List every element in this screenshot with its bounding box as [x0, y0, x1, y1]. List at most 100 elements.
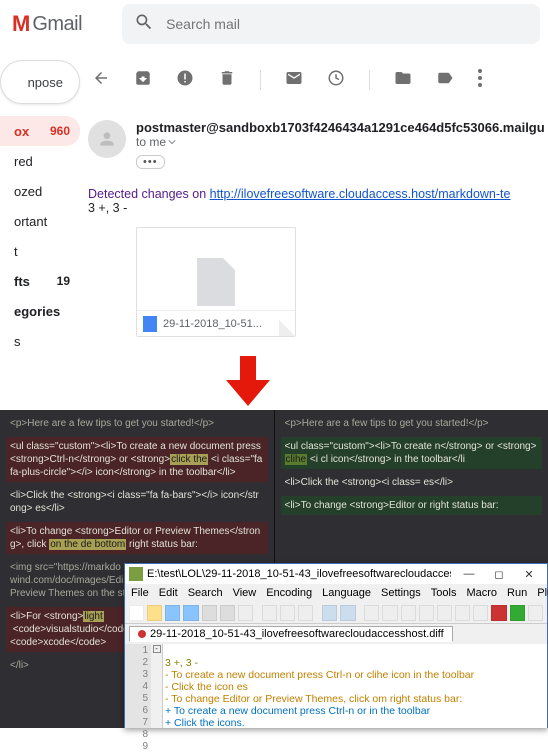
search-icon — [134, 12, 154, 37]
cut-icon[interactable] — [262, 605, 277, 621]
minimize-button[interactable]: — — [455, 565, 483, 583]
menu-macro[interactable]: Macro — [466, 587, 497, 599]
nav-count: 960 — [50, 124, 70, 138]
menu-edit[interactable]: Edit — [159, 587, 178, 599]
stop-icon[interactable] — [528, 605, 543, 621]
sidebar-item-more[interactable]: s — [0, 326, 80, 356]
attachment-card[interactable]: 29-11-2018_10-51... — [136, 227, 296, 337]
record-icon[interactable] — [491, 605, 506, 621]
sender: postmaster@sandboxb1703f4246434a1291ce46… — [136, 120, 545, 135]
paste-icon[interactable] — [298, 605, 313, 621]
menu-encoding[interactable]: Encoding — [266, 587, 312, 599]
spam-icon[interactable] — [176, 69, 194, 92]
sidebar-item-important[interactable]: ortant — [0, 206, 80, 236]
avatar — [88, 120, 126, 158]
menu-tools[interactable]: Tools — [431, 587, 457, 599]
find-icon[interactable] — [364, 605, 379, 621]
diff-line: <li>Click the <strong><i class="fa fa-ba… — [6, 486, 268, 518]
sidebar-item-categories[interactable]: egories — [0, 296, 80, 326]
back-icon[interactable] — [92, 69, 110, 92]
message-body: Detected changes on http://ilovefreesoft… — [88, 187, 545, 215]
page-fold-icon — [279, 320, 295, 336]
sidebar-item-inbox[interactable]: ox 960 — [0, 116, 80, 146]
message-pane: postmaster@sandboxb1703f4246434a1291ce46… — [80, 100, 548, 337]
diff-line: <li>Click the <strong><i class= es</li> — [281, 473, 543, 492]
showall-icon[interactable] — [455, 605, 470, 621]
compose-button[interactable]: npose — [0, 60, 80, 104]
show-trimmed-button[interactable]: ••• — [136, 155, 165, 169]
sidebar: npose ox 960 red ozed ortant t fts 19 eg… — [0, 48, 80, 356]
menu-language[interactable]: Language — [322, 587, 371, 599]
sidebar-item-sent[interactable]: t — [0, 236, 80, 266]
delete-icon[interactable] — [218, 69, 236, 92]
maximize-button[interactable]: ◻ — [485, 565, 513, 583]
nav-label: ox — [14, 124, 29, 139]
saveall-icon[interactable] — [183, 605, 198, 621]
menu-file[interactable]: File — [131, 587, 149, 599]
search-bar[interactable] — [122, 4, 540, 44]
separator — [369, 70, 370, 90]
recipient[interactable]: to me — [136, 135, 545, 149]
diff-line: <li>To change <strong>Editor or Preview … — [6, 522, 268, 554]
archive-icon[interactable] — [134, 69, 152, 92]
close-icon[interactable] — [202, 605, 217, 621]
diff-line: <ul class="custom"><li>To create n</stro… — [281, 437, 543, 469]
filetype-icon — [143, 316, 157, 332]
open-icon[interactable] — [147, 605, 162, 621]
fold-gutter[interactable]: - — [151, 644, 163, 728]
change-link[interactable]: http://ilovefreesoftware.cloudaccess.hos… — [210, 187, 511, 201]
app-icon — [129, 567, 143, 581]
gmail-m-icon: M — [12, 11, 30, 37]
new-icon[interactable] — [129, 605, 144, 621]
annotation-arrow — [226, 356, 270, 411]
menu-plugins[interactable]: Plugins — [537, 587, 548, 599]
code-area[interactable]: 3 +, 3 -- To create a new document press… — [163, 644, 547, 728]
detected-changes-label: Detected changes on — [88, 187, 210, 201]
window-title: E:\test\LOL\29-11-2018_10-51-43_ilovefre… — [147, 568, 451, 580]
gmail-logo[interactable]: M Gmail — [8, 11, 82, 37]
attachment-name: 29-11-2018_10-51... — [163, 318, 262, 330]
file-tab[interactable]: 29-11-2018_10-51-43_ilovefreesoftwareclo… — [129, 626, 453, 642]
diff-line: <li>To change <strong>Editor or right st… — [281, 496, 543, 515]
menu-settings[interactable]: Settings — [381, 587, 421, 599]
modified-icon — [138, 630, 146, 638]
move-icon[interactable] — [394, 69, 412, 92]
separator — [260, 70, 261, 90]
tab-label: 29-11-2018_10-51-43_ilovefreesoftwareclo… — [150, 628, 444, 640]
editor[interactable]: 123456789 - 3 +, 3 -- To create a new do… — [125, 644, 547, 728]
sidebar-item-drafts[interactable]: fts 19 — [0, 266, 80, 296]
play-icon[interactable] — [510, 605, 525, 621]
sidebar-item-starred[interactable]: red — [0, 146, 80, 176]
diff-line: <ul class="custom"><li>To create a new d… — [6, 437, 268, 482]
sidebar-item-snoozed[interactable]: ozed — [0, 176, 80, 206]
diff-line: <p>Here are a few tips to get you starte… — [6, 414, 268, 433]
file-icon — [197, 258, 235, 306]
snooze-icon[interactable] — [327, 69, 345, 92]
titlebar[interactable]: E:\test\LOL\29-11-2018_10-51-43_ilovefre… — [125, 564, 547, 584]
wrap-icon[interactable] — [437, 605, 452, 621]
mark-unread-icon[interactable] — [285, 69, 303, 92]
undo-icon[interactable] — [322, 605, 337, 621]
close-button[interactable]: ✕ — [515, 565, 543, 583]
more-icon[interactable] — [478, 69, 482, 92]
zoomin-icon[interactable] — [401, 605, 416, 621]
zoomout-icon[interactable] — [419, 605, 434, 621]
label-icon[interactable] — [436, 69, 454, 92]
diff-summary: 3 +, 3 - — [88, 201, 127, 215]
tab-bar: 29-11-2018_10-51-43_ilovefreesoftwareclo… — [125, 624, 547, 644]
menu-view[interactable]: View — [233, 587, 257, 599]
replace-icon[interactable] — [382, 605, 397, 621]
notepad-window: E:\test\LOL\29-11-2018_10-51-43_ilovefre… — [124, 563, 548, 728]
redo-icon[interactable] — [340, 605, 355, 621]
copy-icon[interactable] — [280, 605, 295, 621]
closeall-icon[interactable] — [220, 605, 235, 621]
indent-icon[interactable] — [473, 605, 488, 621]
save-icon[interactable] — [165, 605, 180, 621]
chevron-down-icon — [168, 138, 176, 146]
search-input[interactable] — [166, 16, 528, 32]
print-icon[interactable] — [238, 605, 253, 621]
menu-search[interactable]: Search — [188, 587, 223, 599]
menu-run[interactable]: Run — [507, 587, 527, 599]
toolbar — [125, 602, 547, 624]
menubar[interactable]: File Edit Search View Encoding Language … — [125, 584, 547, 602]
